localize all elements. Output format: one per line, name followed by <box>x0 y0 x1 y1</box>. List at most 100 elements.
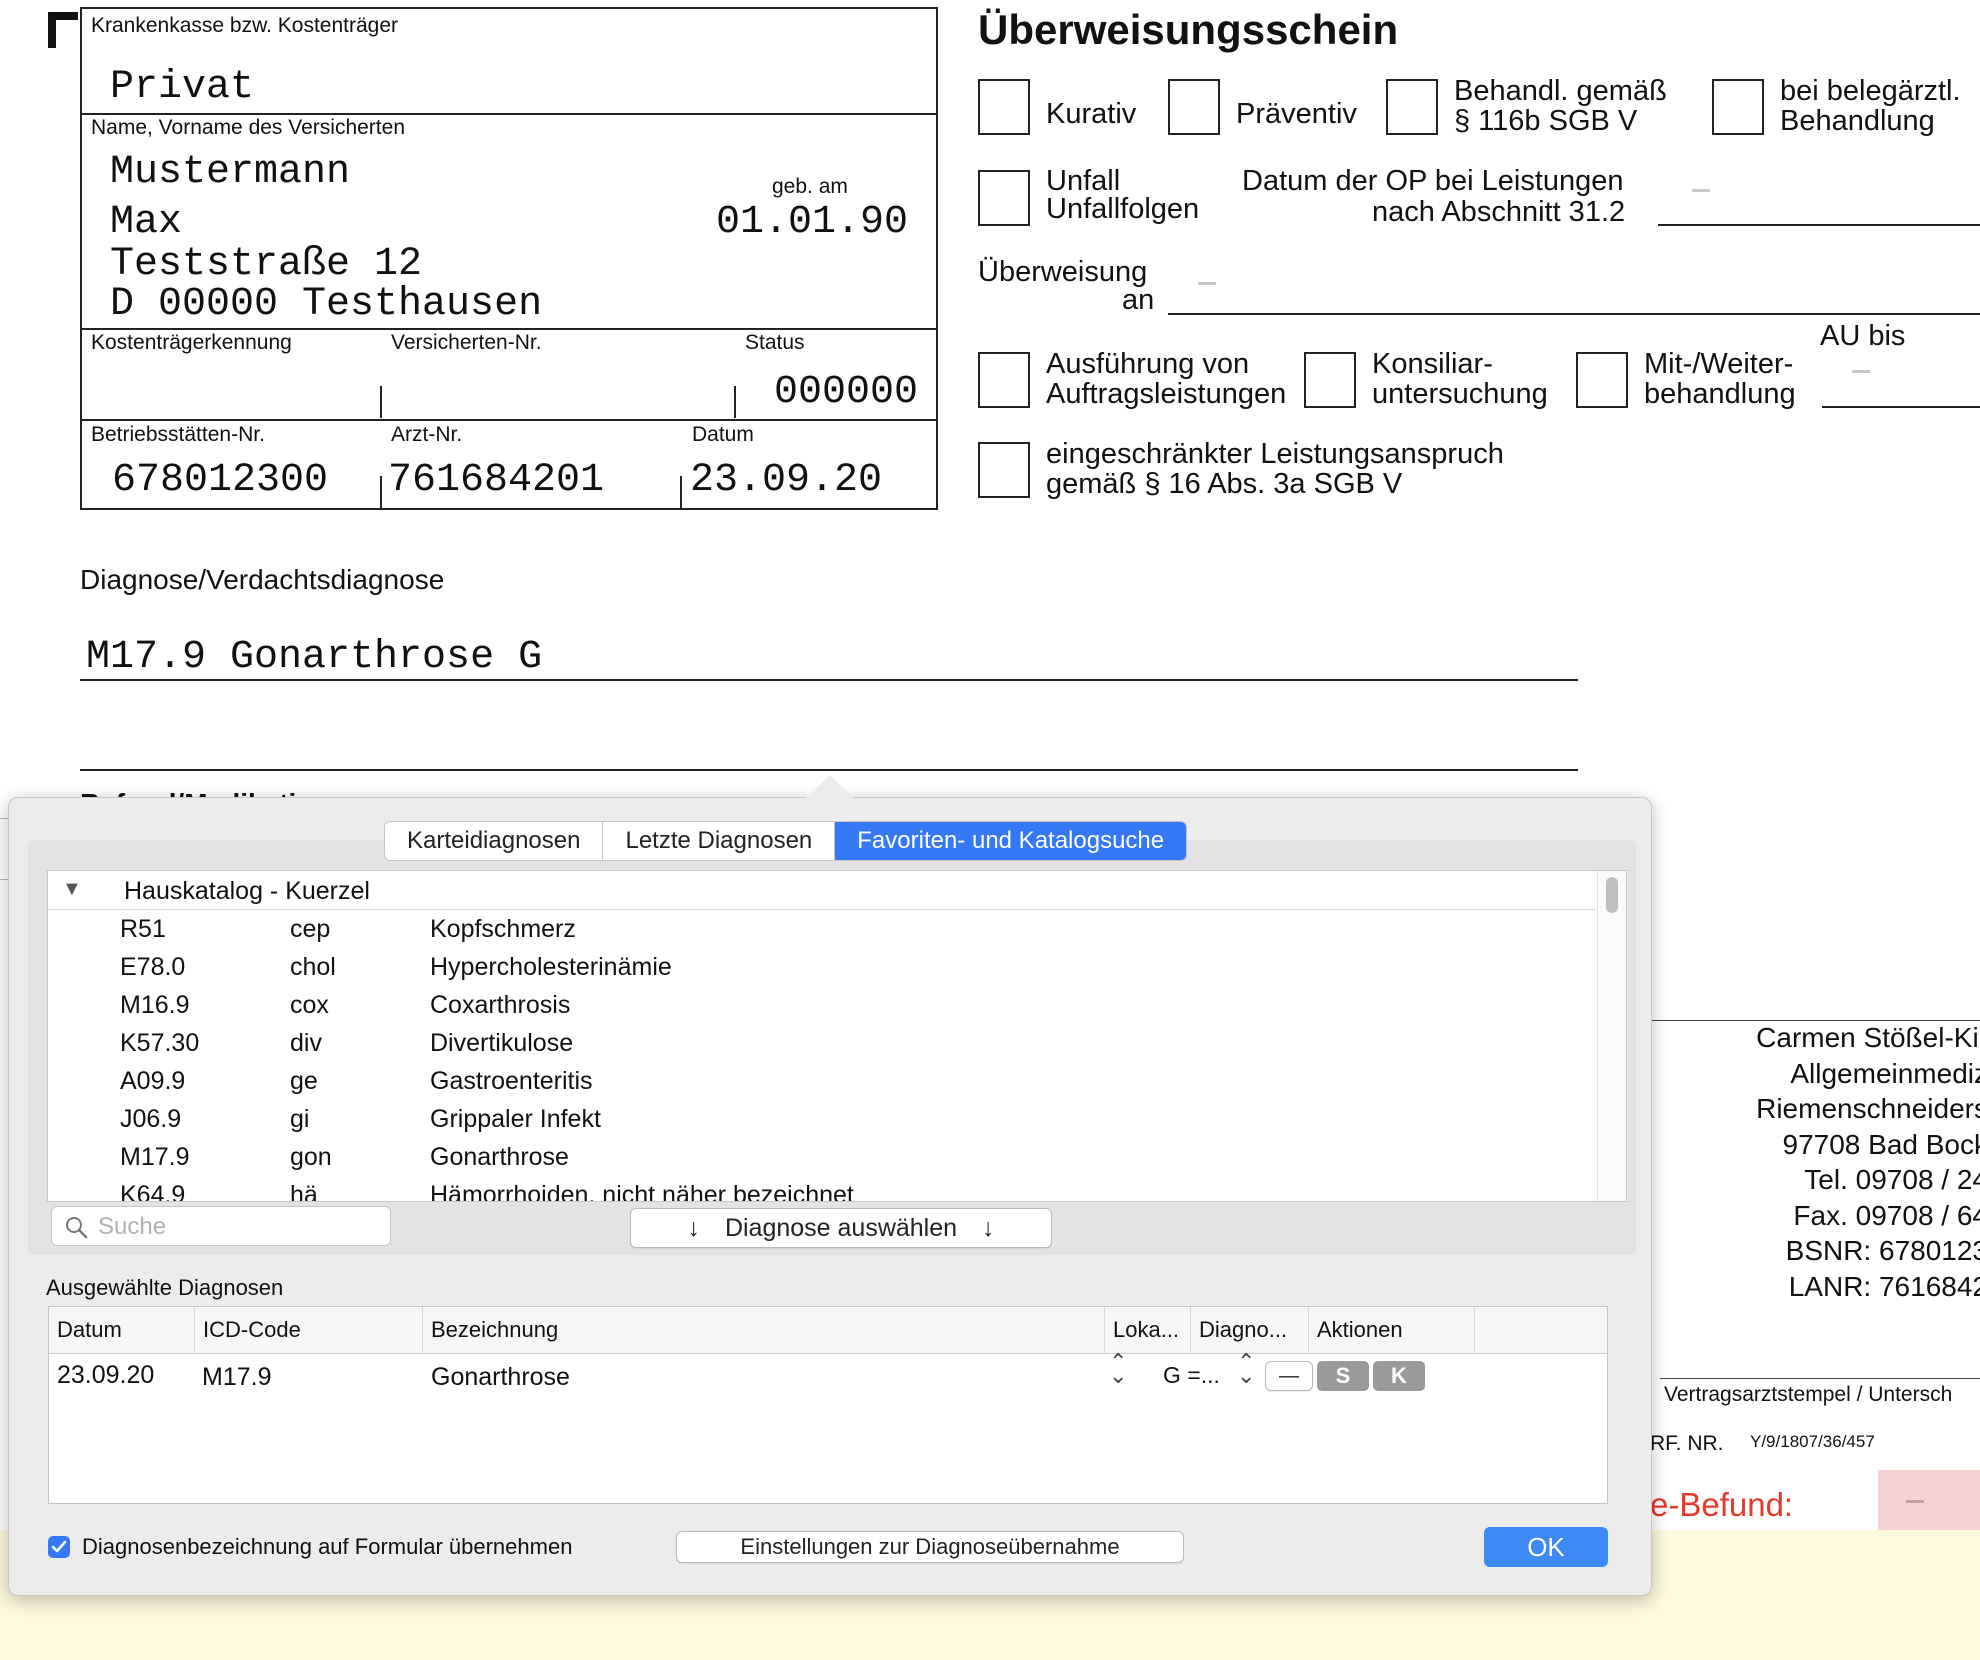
behandl-116b-label-2: § 116b SGB V <box>1454 105 1638 137</box>
row-icd: M17.9 <box>202 1363 272 1391</box>
col-header-aktionen[interactable]: Aktionen <box>1309 1307 1475 1353</box>
catalog-scrollbar[interactable] <box>1597 871 1626 1201</box>
catalog-group-title: Hauskatalog - Kuerzel <box>124 877 370 905</box>
eingeschraenkt-label-1: eingeschränkter Leistungsanspruch <box>1046 438 1504 470</box>
ref-value: Y/9/1807/36/457 <box>1750 1432 1875 1451</box>
catalog-list[interactable]: ▼ Hauskatalog - Kuerzel R51 cep Kopfschm… <box>47 870 1627 1202</box>
op-date-label-2: nach Abschnitt 31.2 <box>1372 196 1626 228</box>
ausfuehrung-label-1: Ausführung von <box>1046 348 1250 380</box>
disclosure-triangle-icon[interactable]: ▼ <box>62 871 82 909</box>
befund-field[interactable] <box>1878 1470 1980 1530</box>
catalog-code: E78.0 <box>120 953 186 981</box>
behandl-116b-label-1: Behandl. gemäß <box>1454 75 1667 107</box>
catalog-short: gon <box>290 1143 332 1171</box>
ausfuehrung-checkbox[interactable] <box>978 352 1030 408</box>
remove-diagnosis-button[interactable]: — <box>1265 1361 1313 1391</box>
col-header-diagnosesicherheit[interactable]: Diagno... <box>1191 1307 1309 1353</box>
catalog-code: J06.9 <box>120 1105 182 1133</box>
col-header-bezeichnung[interactable]: Bezeichnung <box>423 1307 1105 1353</box>
kurativ-checkbox[interactable] <box>978 79 1030 135</box>
diagnosis-value[interactable]: M17.9 Gonarthrose G <box>86 635 542 680</box>
date-value: 23.09.20 <box>690 458 883 503</box>
behandl-116b-checkbox[interactable] <box>1386 79 1438 135</box>
au-input-line[interactable] <box>1822 406 1980 408</box>
dob-label: geb. am <box>772 175 848 198</box>
search-icon <box>66 1217 88 1239</box>
form-corner-mark <box>48 12 78 48</box>
catalog-name: Hypercholesterinämie <box>430 953 672 981</box>
k-action-button[interactable]: K <box>1373 1361 1425 1391</box>
unfall-label-2: Unfallfolgen <box>1046 193 1200 225</box>
col-header-datum[interactable]: Datum <box>49 1307 195 1353</box>
col-header-lokalisation[interactable]: Loka... <box>1105 1307 1191 1353</box>
unfall-checkbox[interactable] <box>978 170 1030 226</box>
diagnosis-settings-button[interactable]: Einstellungen zur Diagnoseübernahme <box>676 1531 1184 1563</box>
tab-favoriten-katalogsuche[interactable]: Favoriten- und Katalogsuche <box>835 822 1187 860</box>
eingeschraenkt-label-2: gemäß § 16 Abs. 3a SGB V <box>1046 468 1403 500</box>
kurativ-label: Kurativ <box>1046 98 1137 130</box>
row-diagnosis-certainty[interactable]: G =... <box>1163 1359 1220 1391</box>
catalog-name: Hämorrhoiden, nicht näher bezeichnet <box>430 1181 854 1202</box>
tab-letzte-diagnosen[interactable]: Letzte Diagnosen <box>603 822 836 860</box>
selected-diagnoses-label: Ausgewählte Diagnosen <box>46 1275 284 1300</box>
s-action-button[interactable]: S <box>1317 1361 1369 1391</box>
tab-bar: Karteidiagnosen Letzte Diagnosen Favorit… <box>384 821 1188 861</box>
scrollbar-thumb[interactable] <box>1606 877 1618 913</box>
transfer-checkbox-label[interactable]: Diagnosenbezeichnung auf Formular überne… <box>82 1534 572 1560</box>
payer-id-label: Kostenträgerkennung <box>91 331 292 354</box>
facility-no-value: 678012300 <box>112 458 329 503</box>
catalog-row[interactable]: M17.9 gon Gonarthrose <box>48 1138 1596 1176</box>
stamp-line: 97708 Bad Bock <box>1782 1128 1980 1160</box>
search-field[interactable] <box>51 1206 391 1246</box>
referral-label-1: Überweisung <box>978 256 1148 288</box>
status-label: Status <box>745 331 805 354</box>
catalog-row[interactable]: M16.9 cox Coxarthrosis <box>48 986 1596 1024</box>
referral-input-line[interactable] <box>1168 313 1980 315</box>
belegaerztl-checkbox[interactable] <box>1712 79 1764 135</box>
catalog-group-header[interactable]: ▼ Hauskatalog - Kuerzel <box>48 871 1596 910</box>
referral-placeholder-dash <box>1198 282 1216 285</box>
insured-no-label: Versicherten-Nr. <box>391 331 542 354</box>
row-name: Gonarthrose <box>431 1363 570 1391</box>
doctor-stamp: Carmen Stößel-Kir Allgemeinmediz Riemens… <box>1660 1020 1980 1304</box>
search-input[interactable] <box>96 1211 380 1243</box>
catalog-name: Divertikulose <box>430 1029 574 1057</box>
unfall-label-1: Unfall <box>1046 165 1121 197</box>
catalog-row[interactable]: K64.9 hä Hämorrhoiden, nicht näher bezei… <box>48 1176 1596 1202</box>
op-date-input-line[interactable] <box>1658 224 1980 226</box>
konsiliar-label-1: Konsiliar- <box>1372 348 1493 380</box>
catalog-short: chol <box>290 953 336 981</box>
op-date-label-1: Datum der OP bei Leistungen <box>1242 165 1624 197</box>
lokalisation-stepper-icon[interactable]: ⌃ ⌄ <box>1109 1351 1127 1387</box>
selected-diagnoses-table: Datum ICD-Code Bezeichnung Loka... Diagn… <box>48 1306 1608 1504</box>
col-header-icd[interactable]: ICD-Code <box>195 1307 423 1353</box>
befund-label: e-Befund: <box>1650 1486 1794 1523</box>
konsiliar-label-2: untersuchung <box>1372 378 1548 410</box>
catalog-row[interactable]: E78.0 chol Hypercholesterinämie <box>48 948 1596 986</box>
catalog-name: Gonarthrose <box>430 1143 569 1171</box>
eingeschraenkt-checkbox[interactable] <box>978 442 1030 498</box>
transfer-checkbox[interactable] <box>48 1536 70 1558</box>
catalog-row[interactable]: K57.30 div Divertikulose <box>48 1024 1596 1062</box>
catalog-row[interactable]: A09.9 ge Gastroenteritis <box>48 1062 1596 1100</box>
catalog-short: div <box>290 1029 322 1057</box>
catalog-row[interactable]: R51 cep Kopfschmerz <box>48 910 1596 948</box>
ok-button[interactable]: OK <box>1484 1527 1608 1567</box>
belegaerztl-label-1: bei belegärztl. <box>1780 75 1961 107</box>
tab-karteidiagnosen[interactable]: Karteidiagnosen <box>385 822 604 860</box>
catalog-code: A09.9 <box>120 1067 186 1095</box>
select-diagnosis-button[interactable]: ↓ Diagnose auswählen ↓ <box>630 1208 1052 1248</box>
catalog-row[interactable]: J06.9 gi Grippaler Infekt <box>48 1100 1596 1138</box>
mitbehandlung-checkbox[interactable] <box>1576 352 1628 408</box>
certainty-stepper-icon[interactable]: ⌃ ⌄ <box>1237 1351 1255 1387</box>
konsiliar-checkbox[interactable] <box>1304 352 1356 408</box>
left-edge-line <box>0 818 8 880</box>
praeventiv-checkbox[interactable] <box>1168 79 1220 135</box>
arrow-down-icon: ↓ <box>687 1214 700 1242</box>
mitbehandlung-label-2: behandlung <box>1644 378 1796 410</box>
catalog-code: M16.9 <box>120 991 190 1019</box>
stamp-line: Carmen Stößel-Kir <box>1756 1022 1980 1053</box>
stamp-caption-text: Vertragsarztstempel / Untersch <box>1664 1383 1953 1406</box>
form-title: Überweisungsschein <box>978 6 1399 53</box>
insurer-label: Krankenkasse bzw. Kostenträger <box>91 14 399 37</box>
